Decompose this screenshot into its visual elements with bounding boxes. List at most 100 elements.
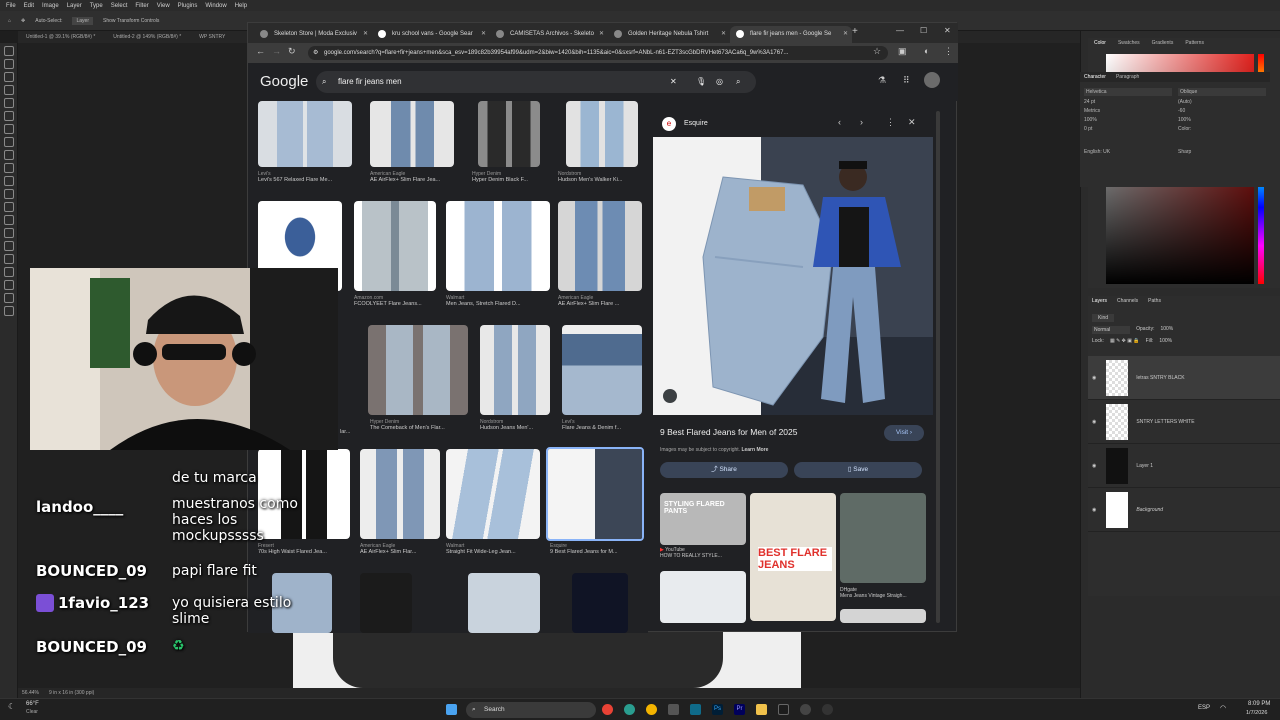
bookmark-star-icon[interactable]: ☆ bbox=[873, 46, 881, 57]
tab-swatches[interactable]: Swatches bbox=[1118, 40, 1140, 46]
result-image-selected[interactable] bbox=[546, 447, 644, 541]
app-icon[interactable] bbox=[778, 704, 789, 715]
layer-item[interactable]: ◉ Layer 1 bbox=[1088, 444, 1280, 488]
menu-type[interactable]: Type bbox=[90, 3, 103, 9]
browser-tab[interactable]: CAMISETAS Archivos - Skeleto ✕ bbox=[490, 26, 608, 43]
layer-name[interactable]: letras SNTRY BLACK bbox=[1136, 375, 1184, 381]
result-image[interactable] bbox=[446, 201, 550, 291]
result-image[interactable] bbox=[360, 573, 412, 633]
chrome-profile-icon[interactable] bbox=[624, 704, 635, 715]
doc-tab[interactable]: Untitled-1 @ 39.1% (RGB/8#) * bbox=[26, 34, 95, 40]
antialias-select[interactable]: Sharp bbox=[1178, 149, 1266, 155]
marquee-tool-icon[interactable] bbox=[4, 59, 14, 69]
result-caption[interactable]: Amazon.com FCOOLYEET Flare Jeans... bbox=[354, 295, 448, 307]
result-caption[interactable]: Hyper Denim Hyper Denim Black F... bbox=[472, 171, 566, 183]
photoshop-icon[interactable]: Ps bbox=[712, 704, 723, 715]
language-select[interactable]: English: UK bbox=[1084, 149, 1172, 155]
doc-tab[interactable]: WP SNTRY bbox=[199, 34, 225, 40]
result-image[interactable] bbox=[368, 325, 468, 415]
related-image[interactable] bbox=[840, 609, 926, 623]
gradient-tool-icon[interactable] bbox=[4, 202, 14, 212]
site-info-icon[interactable]: ⚙ bbox=[313, 46, 318, 60]
tracking-field[interactable]: -60 bbox=[1178, 108, 1266, 114]
close-tab-icon[interactable]: ✕ bbox=[843, 26, 848, 43]
history-brush-icon[interactable] bbox=[4, 176, 14, 186]
taskbar-search[interactable]: ⌕ Search bbox=[466, 702, 596, 718]
related-caption[interactable]: ▶ YouTube HOW TO REALLY STYLE... bbox=[660, 547, 750, 559]
healing-tool-icon[interactable] bbox=[4, 137, 14, 147]
chrome-canary-icon[interactable] bbox=[646, 704, 657, 715]
zoom-level[interactable]: 56.44% bbox=[22, 690, 39, 696]
result-image[interactable] bbox=[478, 101, 540, 167]
wifi-icon[interactable]: ◠ bbox=[1220, 704, 1226, 712]
layer-name[interactable]: Background bbox=[1136, 507, 1163, 513]
auto-select-target[interactable]: Layer bbox=[72, 16, 93, 25]
browser-tab[interactable]: Golden Heritage Nebula Tshirt ✕ bbox=[608, 26, 730, 43]
doc-tab[interactable]: Untitled-2 @ 149% (RGB/8#) * bbox=[113, 34, 181, 40]
brush-tool-icon[interactable] bbox=[4, 150, 14, 160]
result-caption[interactable]: Esquire 9 Best Flared Jeans for M... bbox=[550, 543, 644, 555]
close-tab-icon[interactable]: ✕ bbox=[721, 26, 726, 43]
language-indicator[interactable]: ESP bbox=[1198, 705, 1210, 711]
new-tab-icon[interactable]: + bbox=[852, 26, 858, 37]
tab-character[interactable]: Character bbox=[1084, 74, 1106, 80]
close-preview-icon[interactable]: ✕ bbox=[908, 117, 916, 128]
horizontal-scale-field[interactable]: 100% bbox=[1178, 117, 1266, 123]
result-image[interactable] bbox=[558, 201, 642, 291]
result-image[interactable] bbox=[566, 101, 638, 167]
opacity-field[interactable]: 100% bbox=[1160, 326, 1173, 334]
browser-tab[interactable]: kru school vans - Google Sear ✕ bbox=[372, 26, 490, 43]
result-image[interactable] bbox=[370, 101, 454, 167]
maximize-icon[interactable]: ☐ bbox=[920, 26, 927, 35]
apps-grid-icon[interactable]: ⠿ bbox=[903, 75, 910, 86]
document-canvas[interactable] bbox=[293, 632, 801, 688]
menu-layer[interactable]: Layer bbox=[67, 3, 82, 9]
layer-name[interactable]: Layer 1 bbox=[1136, 463, 1153, 469]
address-bar[interactable]: ⚙ google.com/search?q=flare+fir+jeans+me… bbox=[308, 46, 888, 60]
eraser-tool-icon[interactable] bbox=[4, 189, 14, 199]
related-image[interactable] bbox=[840, 493, 926, 583]
clock-time[interactable]: 8:09 PM bbox=[1248, 701, 1270, 707]
previous-icon[interactable]: ‹ bbox=[838, 117, 841, 127]
visibility-eye-icon[interactable]: ◉ bbox=[1092, 507, 1096, 513]
tab-color[interactable]: Color bbox=[1094, 40, 1106, 46]
font-size-field[interactable]: 24 pt bbox=[1084, 99, 1172, 105]
app-icon[interactable] bbox=[690, 704, 701, 715]
text-color-label[interactable]: Color: bbox=[1178, 126, 1266, 132]
result-caption[interactable]: Levi's Flare Jeans & Denim f... bbox=[562, 419, 646, 431]
tab-layers[interactable]: Layers bbox=[1092, 298, 1107, 304]
windows-start-icon[interactable] bbox=[446, 704, 457, 715]
layer-item[interactable]: ◉ letras SNTRY BLACK bbox=[1088, 356, 1280, 400]
result-caption[interactable]: Walmart Men Jeans, Stretch Flared D... bbox=[446, 295, 550, 307]
lens-icon[interactable]: ◎ bbox=[716, 71, 723, 93]
weather-icon[interactable]: ☾ bbox=[8, 702, 15, 711]
layer-filter-kind[interactable]: Kind bbox=[1092, 314, 1115, 322]
result-caption[interactable]: Nordstrom Hudson Jeans Men'... bbox=[480, 419, 560, 431]
tab-patterns[interactable]: Patterns bbox=[1185, 40, 1204, 46]
menu-window[interactable]: Window bbox=[205, 3, 226, 9]
type-tool-icon[interactable] bbox=[4, 254, 14, 264]
clear-search-icon[interactable]: ✕ bbox=[670, 71, 677, 93]
layer-item[interactable]: ◉ SNTRY LETTERS WHITE bbox=[1088, 400, 1280, 444]
result-image[interactable] bbox=[468, 573, 540, 633]
voice-search-icon[interactable]: 🎙 bbox=[696, 71, 706, 93]
close-tab-icon[interactable]: ✕ bbox=[481, 26, 486, 43]
clock-date[interactable]: 1/7/2026 bbox=[1246, 710, 1267, 716]
back-icon[interactable]: ← bbox=[256, 46, 265, 56]
save-button[interactable]: ▯ Save bbox=[794, 462, 922, 478]
premiere-icon[interactable]: Pr bbox=[734, 704, 745, 715]
preview-source[interactable]: Esquire bbox=[684, 120, 708, 127]
chrome-icon[interactable] bbox=[602, 704, 613, 715]
visibility-eye-icon[interactable]: ◉ bbox=[1092, 463, 1096, 469]
close-window-icon[interactable]: ✕ bbox=[944, 26, 951, 35]
hand-tool-icon[interactable] bbox=[4, 293, 14, 303]
crop-tool-icon[interactable] bbox=[4, 98, 14, 108]
tab-paragraph[interactable]: Paragraph bbox=[1116, 74, 1139, 80]
menu-filter[interactable]: Filter bbox=[135, 3, 148, 9]
menu-kebab-icon[interactable]: ⋮ bbox=[944, 46, 953, 57]
move-tool-icon[interactable] bbox=[4, 46, 14, 56]
result-caption[interactable]: Walmart Straight Fit Wide-Leg Jean... bbox=[446, 543, 542, 555]
app-icon[interactable] bbox=[800, 704, 811, 715]
result-caption[interactable]: American Eagle AE AirFlex+ Slim Flar... bbox=[360, 543, 450, 555]
result-caption[interactable]: lar... bbox=[340, 429, 360, 435]
